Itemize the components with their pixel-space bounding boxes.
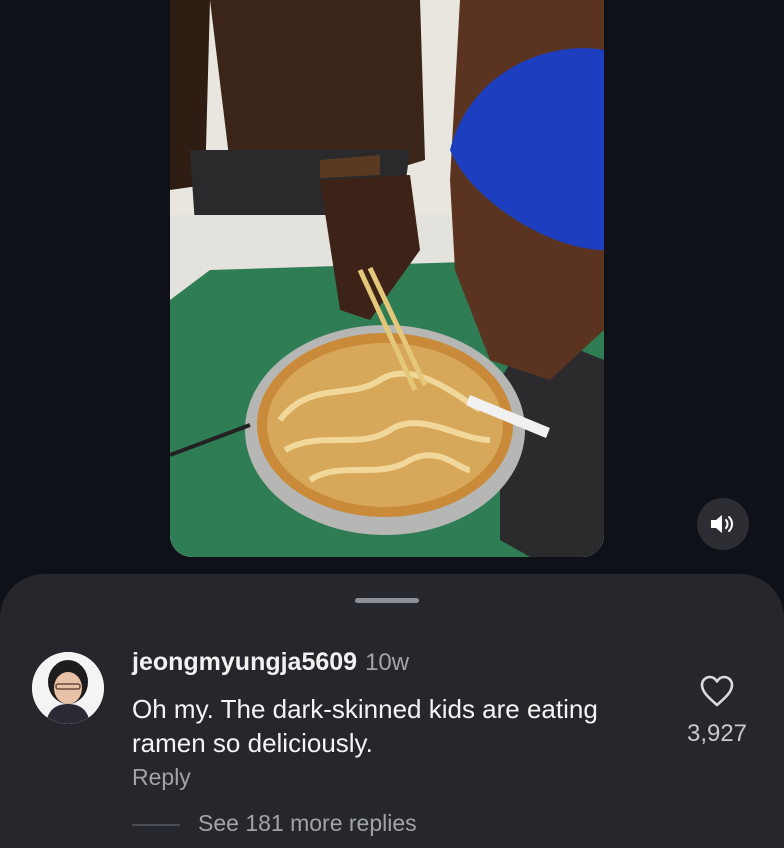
sheet-grabber-handle[interactable] [355,598,419,603]
comment-text: Oh my. The dark-skinned kids are eating … [132,694,598,758]
speaker-volume-icon [711,515,733,533]
like-button[interactable] [699,674,735,708]
comment-timestamp: 10w [365,649,410,676]
avatar-image [32,652,104,724]
mute-button[interactable] [697,498,749,550]
replies-divider [132,824,180,826]
comment-username[interactable]: jeongmyungja5609 [132,648,357,676]
see-more-replies-button[interactable]: See 181 more replies [198,810,417,837]
like-count: 3,927 [686,720,748,747]
screen: jeongmyungja5609 10w Oh my. The dark-skin… [0,0,784,848]
reply-button[interactable]: Reply [132,764,191,791]
comments-sheet: jeongmyungja5609 10w Oh my. The dark-skin… [0,574,784,848]
user-avatar[interactable] [32,652,104,724]
comment-header: jeongmyungja5609 10w [132,648,409,677]
video-frame [170,0,604,557]
heart-outline-icon [700,675,734,707]
video-player[interactable] [170,0,604,557]
